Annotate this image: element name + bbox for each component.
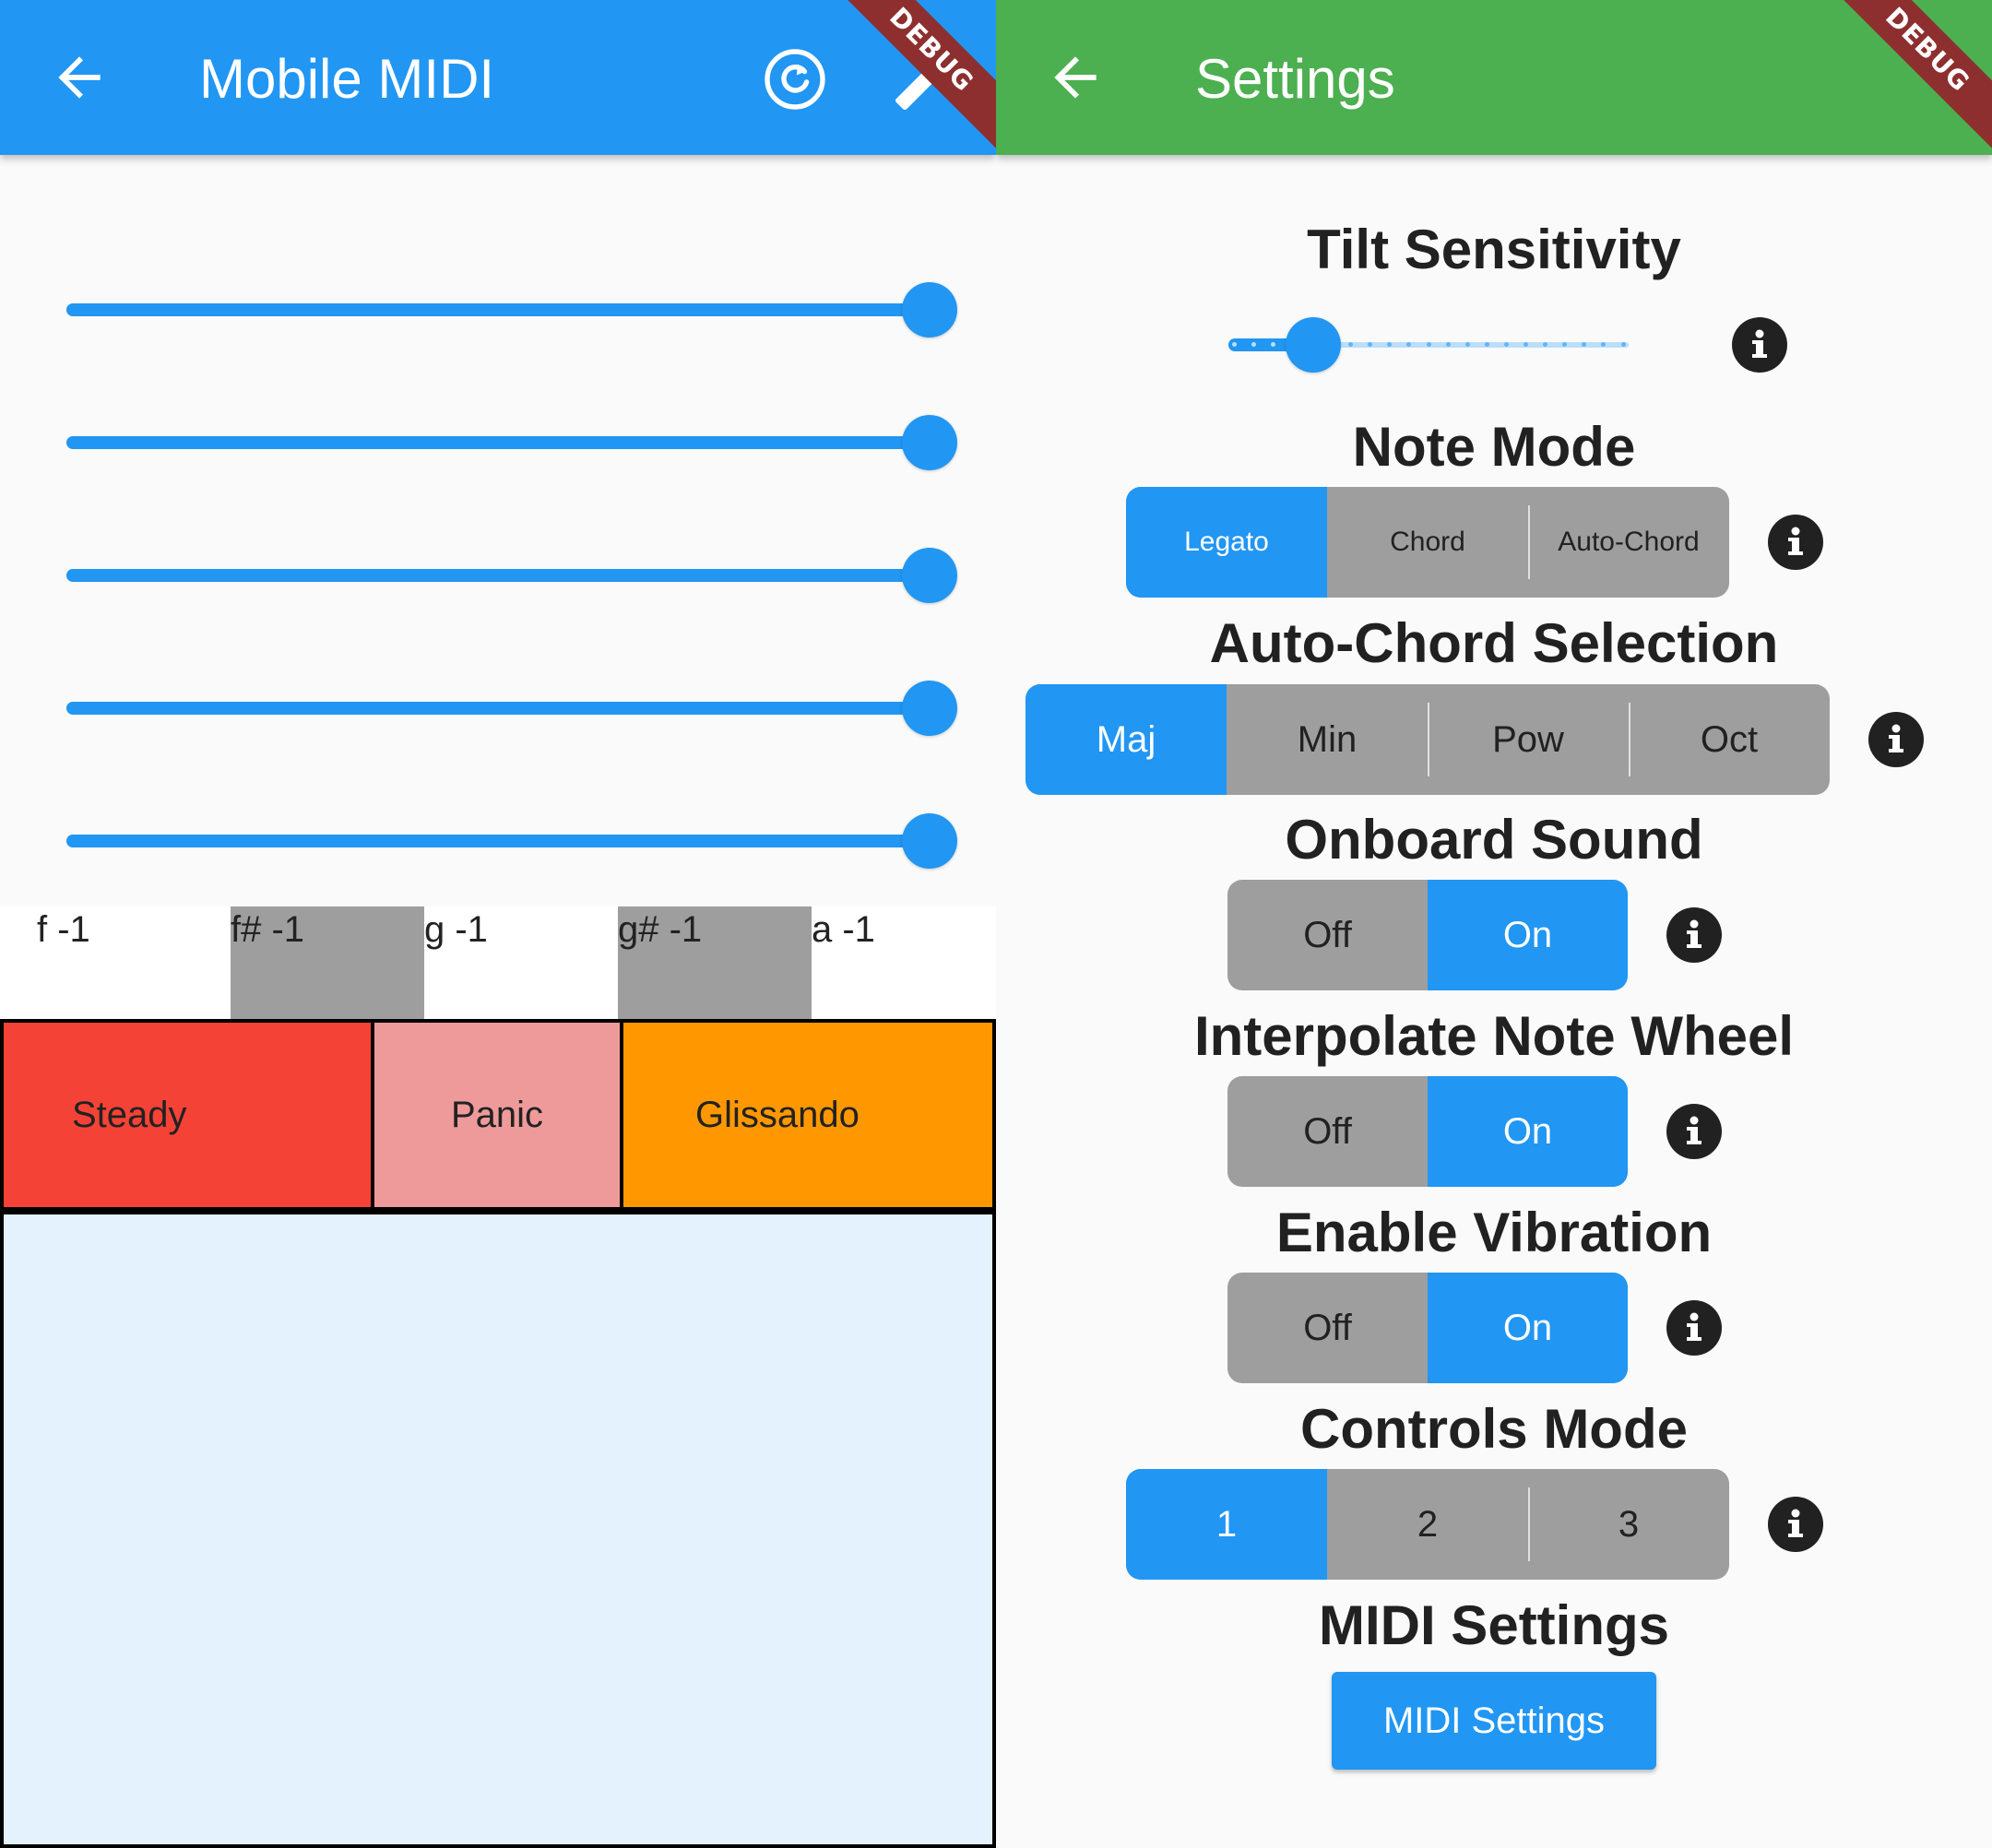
arrow-back-icon[interactable] bbox=[1044, 46, 1107, 109]
key-g[interactable]: g -1 bbox=[424, 906, 618, 1019]
panic-button[interactable]: Panic bbox=[371, 1019, 623, 1211]
arrow-back-icon[interactable] bbox=[48, 46, 111, 109]
key-label: f# -1 bbox=[231, 909, 305, 950]
slider-track bbox=[66, 702, 930, 715]
key-g-sharp[interactable]: g# -1 bbox=[618, 906, 812, 1019]
settings-screen: Settings DEBUG Tilt Sensitivity Note Mod… bbox=[996, 0, 1992, 1848]
slider-1[interactable] bbox=[66, 282, 957, 338]
slider-2[interactable] bbox=[66, 415, 957, 470]
controls-mode-toggle: 1 2 3 bbox=[1126, 1469, 1729, 1580]
info-icon[interactable] bbox=[1666, 907, 1722, 963]
key-label: g# -1 bbox=[618, 909, 703, 950]
note-mode-toggle: Legato Chord Auto-Chord bbox=[1126, 487, 1729, 598]
midi-settings-button[interactable]: MIDI Settings bbox=[1332, 1672, 1656, 1770]
onboard-sound-off[interactable]: Off bbox=[1227, 880, 1428, 990]
key-a[interactable]: a -1 bbox=[812, 906, 996, 1019]
auto-chord-oct[interactable]: Oct bbox=[1629, 684, 1830, 795]
key-f[interactable]: f -1 bbox=[0, 906, 231, 1019]
slider-track bbox=[66, 303, 930, 316]
settings-app-bar: Settings bbox=[996, 0, 1992, 155]
slider-track bbox=[66, 569, 930, 582]
info-icon[interactable] bbox=[1732, 317, 1787, 373]
note-mode-title: Note Mode bbox=[1352, 416, 1636, 478]
interpolate-title: Interpolate Note Wheel bbox=[1193, 1005, 1795, 1067]
slider-tick bbox=[1251, 342, 1256, 347]
vibration-off[interactable]: Off bbox=[1227, 1273, 1428, 1383]
info-icon[interactable] bbox=[1768, 1497, 1823, 1552]
slider-track bbox=[66, 835, 930, 847]
slider-tick bbox=[1426, 342, 1431, 347]
note-mode-chord[interactable]: Chord bbox=[1327, 487, 1528, 598]
note-mode-legato[interactable]: Legato bbox=[1126, 487, 1327, 598]
slider-tick bbox=[1524, 342, 1528, 347]
vibration-title: Enable Vibration bbox=[1275, 1202, 1713, 1263]
steady-label: Steady bbox=[72, 1094, 187, 1135]
onboard-sound-on[interactable]: On bbox=[1428, 880, 1628, 990]
onboard-sound-title: Onboard Sound bbox=[1285, 809, 1703, 871]
midi-settings-title: MIDI Settings bbox=[1318, 1594, 1669, 1656]
info-icon[interactable] bbox=[1768, 515, 1823, 570]
tilt-sensitivity-title: Tilt Sensitivity bbox=[1307, 219, 1681, 280]
auto-chord-title: Auto-Chord Selection bbox=[1209, 612, 1779, 674]
note-mode-auto-chord[interactable]: Auto-Chord bbox=[1528, 487, 1729, 598]
key-label: f -1 bbox=[37, 909, 90, 950]
panic-label: Panic bbox=[450, 1094, 544, 1135]
slider-thumb[interactable] bbox=[902, 282, 957, 338]
steady-button[interactable]: Steady bbox=[0, 1019, 374, 1211]
auto-chord-maj[interactable]: Maj bbox=[1026, 684, 1227, 795]
slider-tick bbox=[1620, 342, 1626, 347]
tilt-sensitivity-slider[interactable] bbox=[1228, 317, 1629, 373]
slider-4[interactable] bbox=[66, 681, 957, 736]
auto-chord-toggle: Maj Min Pow Oct bbox=[1026, 684, 1830, 795]
controls-mode-title: Controls Mode bbox=[1300, 1398, 1688, 1460]
slider-thumb[interactable] bbox=[902, 548, 957, 603]
main-app-bar: Mobile MIDI bbox=[0, 0, 996, 155]
info-icon[interactable] bbox=[1666, 1300, 1722, 1356]
slider-5[interactable] bbox=[66, 813, 957, 869]
slider-tick bbox=[1464, 342, 1470, 347]
settings-title: Settings bbox=[1195, 48, 1395, 110]
main-screen: Mobile MIDI DEBUG f -1 f# -1 g -1 g# -1 … bbox=[0, 0, 996, 1848]
vibration-on[interactable]: On bbox=[1428, 1273, 1628, 1383]
touch-pad[interactable] bbox=[0, 1211, 996, 1848]
onboard-sound-toggle: Off On bbox=[1227, 880, 1628, 990]
auto-chord-pow[interactable]: Pow bbox=[1428, 684, 1629, 795]
glissando-button[interactable]: Glissando bbox=[620, 1019, 996, 1211]
slider-thumb[interactable] bbox=[1286, 317, 1341, 373]
vibration-toggle: Off On bbox=[1227, 1273, 1628, 1383]
interpolate-off[interactable]: Off bbox=[1227, 1076, 1428, 1187]
slider-thumb[interactable] bbox=[902, 681, 957, 736]
info-icon[interactable] bbox=[1868, 712, 1924, 767]
key-label: a -1 bbox=[812, 909, 875, 950]
auto-chord-min[interactable]: Min bbox=[1227, 684, 1428, 795]
slider-tick bbox=[1231, 342, 1237, 347]
refresh-icon[interactable] bbox=[762, 46, 828, 113]
slider-thumb[interactable] bbox=[902, 415, 957, 470]
slider-track bbox=[66, 436, 930, 449]
slider-tick bbox=[1270, 342, 1275, 347]
controls-mode-2[interactable]: 2 bbox=[1327, 1469, 1528, 1580]
interpolate-on[interactable]: On bbox=[1428, 1076, 1628, 1187]
key-label: g -1 bbox=[424, 909, 488, 950]
slider-tick bbox=[1484, 342, 1489, 347]
key-f-sharp[interactable]: f# -1 bbox=[231, 906, 424, 1019]
main-title: Mobile MIDI bbox=[199, 48, 495, 110]
slider-3[interactable] bbox=[66, 548, 957, 603]
controls-mode-3[interactable]: 3 bbox=[1528, 1469, 1729, 1580]
controls-mode-1[interactable]: 1 bbox=[1126, 1469, 1327, 1580]
slider-tick bbox=[1503, 342, 1509, 347]
slider-tick bbox=[1445, 342, 1451, 347]
interpolate-toggle: Off On bbox=[1227, 1076, 1628, 1187]
slider-thumb[interactable] bbox=[902, 813, 957, 869]
glissando-label: Glissando bbox=[695, 1094, 860, 1135]
info-icon[interactable] bbox=[1666, 1104, 1722, 1159]
note-keys: f -1 f# -1 g -1 g# -1 a -1 bbox=[0, 906, 996, 1019]
